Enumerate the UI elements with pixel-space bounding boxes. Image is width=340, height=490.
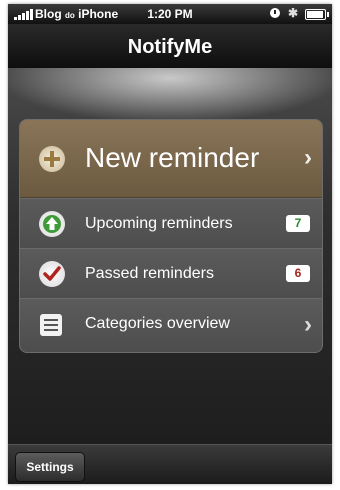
navigation-bar: NotifyMe — [8, 24, 332, 69]
status-time: 1:20 PM — [147, 7, 193, 21]
categories-overview-label: Categories overview — [85, 315, 230, 332]
chevron-right-icon: › — [304, 311, 312, 338]
settings-button[interactable]: Settings — [15, 452, 85, 482]
chevron-right-icon: › — [304, 144, 312, 171]
upcoming-reminders-item[interactable]: Upcoming reminders 7 — [20, 198, 322, 249]
passed-reminders-label: Passed reminders — [85, 265, 214, 282]
upcoming-reminders-label: Upcoming reminders — [85, 215, 233, 232]
upcoming-count-badge: 7 — [286, 215, 310, 232]
passed-reminders-item[interactable]: Passed reminders 6 — [20, 248, 322, 299]
categories-overview-item[interactable]: Categories overview › — [20, 298, 322, 352]
list-icon — [40, 314, 62, 336]
status-bar: Blog do iPhone 1:20 PM ✱ — [8, 4, 332, 24]
main-content: New reminder › Upcoming reminders 7 Pass… — [8, 68, 332, 444]
new-reminder-button[interactable]: New reminder › — [20, 120, 322, 198]
green-up-arrow-icon — [39, 211, 65, 237]
alarm-icon — [270, 8, 280, 18]
page-title: NotifyMe — [127, 36, 213, 58]
bluetooth-icon: ✱ — [288, 6, 299, 20]
passed-count-badge: 6 — [286, 265, 310, 282]
phone-screen: Blog do iPhone 1:20 PM ✱ NotifyMe New re… — [8, 4, 332, 484]
new-reminder-label: New reminder — [85, 142, 260, 173]
main-menu: New reminder › Upcoming reminders 7 Pass… — [19, 119, 323, 353]
bottom-toolbar: Settings — [8, 444, 332, 484]
battery-icon — [305, 9, 329, 20]
plus-icon — [39, 146, 65, 172]
red-checkmark-icon — [39, 261, 65, 287]
